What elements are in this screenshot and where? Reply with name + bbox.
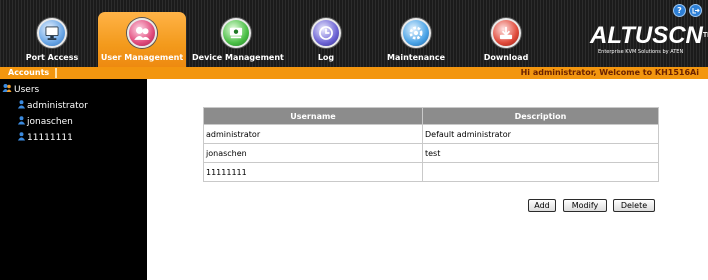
tab-label: Download	[483, 53, 529, 62]
column-header-description[interactable]: Description	[422, 107, 659, 125]
welcome-message: Hi administrator, Welcome to KH1516Ai	[520, 68, 699, 77]
cell-description: Default administrator	[422, 124, 659, 144]
cell-description: test	[422, 143, 659, 163]
logout-icon[interactable]	[689, 4, 702, 17]
top-navigation-bar: Port Access User Management Device Manag…	[0, 0, 708, 67]
cell-username: jonaschen	[203, 143, 423, 163]
tab-label: Maintenance	[386, 53, 445, 62]
section-bar: Accounts Hi administrator, Welcome to KH…	[0, 67, 708, 79]
user-icon	[17, 116, 26, 125]
maintenance-icon	[401, 18, 431, 48]
users-group-icon	[2, 84, 12, 92]
users-icon	[127, 18, 157, 48]
tab-device-management[interactable]: Device Management	[192, 12, 284, 67]
tab-user-management[interactable]: User Management	[98, 12, 186, 67]
section-divider	[55, 68, 57, 78]
cell-description	[422, 162, 659, 182]
logo-brand: ALTUSCN	[590, 22, 703, 49]
table-row[interactable]: administrator Default administrator	[203, 124, 659, 144]
tab-label: Port Access	[25, 53, 79, 62]
delete-button[interactable]: Delete	[613, 199, 655, 212]
table-header-row: Username Description	[203, 107, 659, 125]
table-row[interactable]: jonaschen test	[203, 143, 659, 163]
device-icon	[221, 18, 251, 48]
logo-tagline: Enterprise KVM Solutions by ATEN	[598, 49, 684, 55]
tab-log[interactable]: Log	[282, 12, 370, 67]
tab-download[interactable]: Download	[462, 12, 550, 67]
tab-label: Device Management	[192, 53, 284, 62]
tree-user-label: 11111111	[27, 133, 73, 143]
tab-label: User Management	[100, 53, 184, 62]
altuscn-logo: ALTUSCNTM Enterprise KVM Solutions by AT…	[590, 22, 708, 60]
tab-label: Log	[317, 53, 335, 62]
column-header-username[interactable]: Username	[203, 107, 423, 125]
tab-maintenance[interactable]: Maintenance	[372, 12, 460, 67]
tree-user-jonaschen[interactable]: jonaschen	[17, 115, 73, 129]
user-icon	[17, 100, 26, 109]
add-button[interactable]: Add	[528, 199, 556, 212]
cell-username: 11111111	[203, 162, 423, 182]
modify-button[interactable]: Modify	[563, 199, 607, 212]
tree-root-users[interactable]: Users	[1, 83, 39, 97]
download-icon	[491, 18, 521, 48]
log-icon	[311, 18, 341, 48]
table-row[interactable]: 11111111	[203, 162, 659, 182]
cell-username: administrator	[203, 124, 423, 144]
tree-user-11111111[interactable]: 11111111	[17, 131, 73, 145]
monitor-icon	[37, 18, 67, 48]
tab-port-access[interactable]: Port Access	[8, 12, 96, 67]
logo-trademark: TM	[702, 32, 708, 39]
user-tree-sidebar: Users administrator jonaschen 11111111	[0, 79, 147, 280]
accounts-tab[interactable]: Accounts	[8, 68, 49, 77]
tree-user-label: administrator	[27, 101, 88, 111]
users-table: Username Description administrator Defau…	[203, 107, 659, 182]
tree-user-administrator[interactable]: administrator	[17, 99, 88, 113]
tree-root-label: Users	[14, 85, 40, 95]
help-icon[interactable]: ?	[673, 4, 686, 17]
tree-user-label: jonaschen	[27, 117, 73, 127]
user-icon	[17, 132, 26, 141]
